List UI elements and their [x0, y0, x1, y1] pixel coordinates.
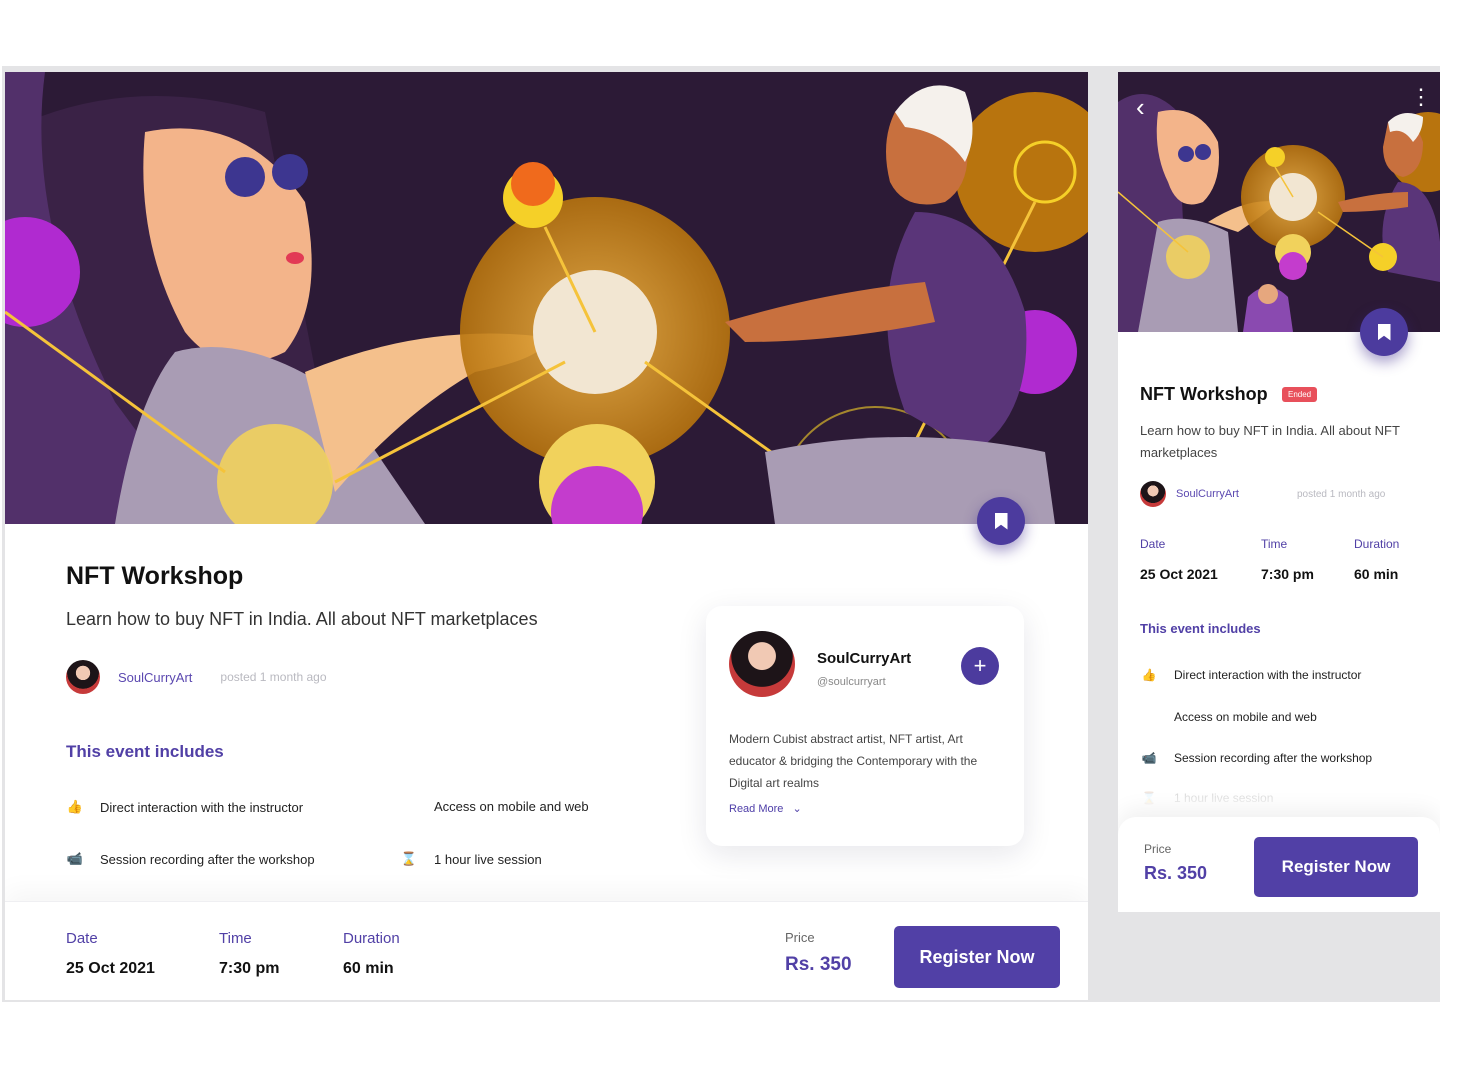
mobile-event-title: NFT Workshop: [1140, 384, 1268, 404]
event-title: NFT Workshop: [66, 562, 244, 590]
event-hero-illustration: [5, 72, 1088, 524]
posted-time: posted 1 month ago: [1296, 488, 1386, 500]
creator-card: SoulCurryArt @soulcurryart + Modern Cubi…: [706, 606, 1024, 846]
back-icon[interactable]: ‹: [1136, 92, 1145, 123]
bookmark-button[interactable]: [977, 497, 1025, 545]
desktop-event-page: NFT Workshop Learn how to buy NFT in Ind…: [5, 72, 1088, 1000]
bookmark-icon: [994, 512, 1008, 530]
duration-label: Duration: [343, 930, 400, 947]
mobile-time-value: 7:30 pm: [1261, 566, 1314, 582]
creator-handle: @soulcurryart: [817, 676, 886, 688]
thumbs-up-icon: 👍: [1141, 668, 1157, 682]
mobile-hero-illustration: ‹ ⋮: [1118, 72, 1440, 332]
creator-avatar[interactable]: [729, 631, 795, 697]
price-label: Price: [785, 930, 815, 945]
mobile-price-label: Price: [1144, 842, 1172, 856]
read-more-link[interactable]: Read More ⌄: [729, 802, 802, 815]
posted-time: posted 1 month ago: [220, 670, 327, 684]
feature-label: Access on mobile and web: [1174, 710, 1317, 724]
feature-item: 👍 Direct interaction with the instructor: [66, 799, 303, 815]
read-more-label: Read More: [729, 803, 784, 815]
mobile-footer-bar: Price Rs. 350 Register Now: [1118, 817, 1440, 912]
status-badge: Ended: [1282, 387, 1318, 402]
feature-label: Session recording after the workshop: [1174, 751, 1373, 765]
mobile-duration-value: 60 min: [1354, 566, 1399, 582]
event-subtitle: Learn how to buy NFT in India. All about…: [66, 609, 538, 629]
time-label: Time: [219, 930, 252, 947]
follow-button[interactable]: +: [961, 647, 999, 685]
mobile-bookmark-button[interactable]: [1360, 308, 1408, 356]
mobile-register-now-button[interactable]: Register Now: [1254, 837, 1418, 897]
creator-name[interactable]: SoulCurryArt: [817, 650, 911, 667]
register-now-button[interactable]: Register Now: [894, 926, 1060, 988]
mobile-event-page: ‹ ⋮ NFT Workshop Ended Learn how to buy …: [1118, 72, 1440, 912]
time-value: 7:30 pm: [219, 960, 280, 977]
author-name-link[interactable]: SoulCurryArt: [1176, 488, 1239, 500]
hourglass-icon: ⌛: [400, 851, 418, 866]
mobile-author-row: SoulCurryArt posted 1 month ago: [1140, 481, 1385, 507]
video-camera-icon: 📹: [66, 851, 84, 866]
plus-icon: +: [973, 653, 987, 678]
duration-value: 60 min: [343, 960, 394, 977]
feature-label: Direct interaction with the instructor: [100, 799, 304, 815]
mobile-time-label: Time: [1261, 537, 1288, 551]
author-avatar[interactable]: [1140, 481, 1166, 507]
feature-label: Session recording after the workshop: [100, 851, 315, 867]
desktop-footer-bar: Date 25 Oct 2021 Time 7:30 pm Duration 6…: [5, 901, 1088, 1000]
mobile-date-value: 25 Oct 2021: [1140, 566, 1218, 582]
mobile-date-label: Date: [1140, 537, 1166, 551]
hero-artwork: [5, 72, 1088, 524]
bookmark-icon: [1377, 323, 1391, 341]
date-label: Date: [66, 930, 98, 947]
feature-label: 1 hour live session: [434, 851, 542, 867]
date-value: 25 Oct 2021: [66, 960, 155, 977]
event-includes-heading: This event includes: [66, 742, 224, 761]
feature-item: Access on mobile and web: [1140, 710, 1317, 724]
feature-item: ⌛ 1 hour live session: [400, 851, 542, 867]
author-name-link[interactable]: SoulCurryArt: [118, 670, 192, 685]
author-row: SoulCurryArt posted 1 month ago: [66, 660, 327, 694]
feature-label: Direct interaction with the instructor: [1174, 668, 1362, 682]
feature-item: 📹 Session recording after the workshop: [66, 851, 315, 867]
feature-item: 👍 Direct interaction with the instructor: [1140, 668, 1362, 682]
mobile-event-subtitle: Learn how to buy NFT in India. All about…: [1140, 423, 1400, 460]
author-avatar[interactable]: [66, 660, 100, 694]
price-value: Rs. 350: [785, 954, 852, 975]
chevron-down-icon: ⌄: [792, 803, 802, 815]
video-camera-icon: 📹: [1141, 751, 1157, 765]
creator-bio: Modern Cubist abstract artist, NFT artis…: [729, 732, 978, 790]
mobile-hero-artwork: [1118, 72, 1440, 332]
more-menu-icon[interactable]: ⋮: [1410, 86, 1432, 108]
feature-item: 📹 Session recording after the workshop: [1140, 751, 1373, 765]
feature-item: Access on mobile and web: [400, 799, 589, 814]
thumbs-up-icon: 👍: [66, 799, 84, 814]
list-fade-overlay: [1118, 772, 1440, 812]
feature-label: Access on mobile and web: [434, 799, 589, 814]
mobile-duration-label: Duration: [1354, 537, 1400, 551]
mobile-price-value: Rs. 350: [1144, 863, 1208, 883]
mobile-event-includes-heading: This event includes: [1140, 621, 1261, 636]
